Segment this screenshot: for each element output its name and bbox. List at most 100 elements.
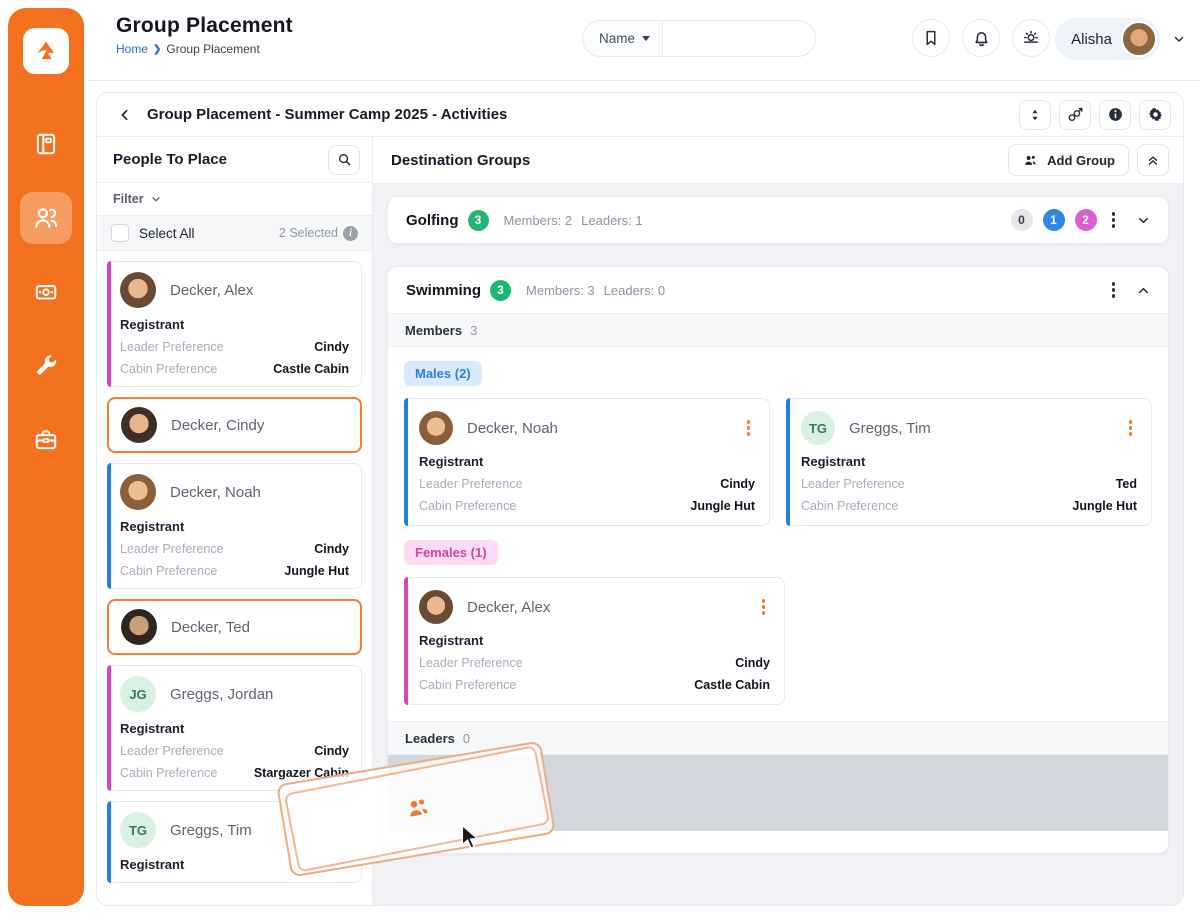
person-card-decker-cindy[interactable]: Decker, Cindy <box>107 397 362 453</box>
person-card-head: TG Greggs, Tim <box>120 812 349 848</box>
leader-preference-value: Cindy <box>720 477 755 491</box>
notifications-button[interactable] <box>962 19 1000 57</box>
destination-groups-panel: Destination Groups Add Group <box>373 137 1183 905</box>
sidebar-item-payments[interactable] <box>20 266 72 318</box>
search-category-dropdown[interactable]: Name <box>583 21 663 56</box>
select-all-label: Select All <box>139 226 195 241</box>
cabin-preference-value: Jungle Hut <box>284 564 349 578</box>
member-name: Greggs, Tim <box>849 420 931 437</box>
sort-icon <box>1028 107 1042 123</box>
groups-list: Golfing 3 Members: 2 Leaders: 1 0 1 2 <box>373 183 1183 905</box>
people-list: Decker, Alex Registrant Leader Preferenc… <box>97 251 372 905</box>
registrant-label: Registrant <box>120 857 349 872</box>
expand-group-button[interactable] <box>1130 207 1156 233</box>
back-chevron-icon[interactable] <box>117 107 133 123</box>
registrant-label: Registrant <box>419 454 755 469</box>
member-menu-button[interactable] <box>1124 418 1138 438</box>
group-leaders-meta: Leaders: 1 <box>581 213 642 228</box>
member-card-decker-alex[interactable]: Decker, Alex Registrant Leader Preferenc… <box>404 577 785 705</box>
board-toolbar <box>1019 100 1171 130</box>
person-card-head: Decker, Alex <box>120 272 349 308</box>
group-menu-button[interactable] <box>1107 280 1121 300</box>
registrant-label: Registrant <box>419 633 770 648</box>
avatar <box>121 609 157 645</box>
group-header-swimming[interactable]: Swimming 3 Members: 3 Leaders: 0 <box>388 267 1168 313</box>
board-body: People To Place Filter Select All 2 Sele… <box>97 137 1183 905</box>
members-section-header: Members 3 <box>388 313 1168 347</box>
bookmark-icon <box>922 29 940 47</box>
member-card-decker-noah[interactable]: Decker, Noah Registrant Leader Preferenc… <box>404 398 770 526</box>
group-members-content: Males (2) Decker, Noah Registran <box>388 347 1168 721</box>
gear-icon <box>1147 106 1164 123</box>
gender-view-button[interactable] <box>1059 100 1091 130</box>
person-card-decker-ted[interactable]: Decker, Ted <box>107 599 362 655</box>
double-chevron-up-icon <box>1146 153 1160 167</box>
member-menu-button[interactable] <box>757 597 771 617</box>
global-search: Name <box>582 20 816 57</box>
group-header-golfing[interactable]: Golfing 3 Members: 2 Leaders: 1 0 1 2 <box>388 197 1168 243</box>
settings-button[interactable] <box>1139 100 1171 130</box>
leaders-drop-zone[interactable] <box>388 755 1168 831</box>
breadcrumb-current: Group Placement <box>166 42 259 56</box>
person-card-decker-alex[interactable]: Decker, Alex Registrant Leader Preferenc… <box>107 261 362 387</box>
person-card-greggs-jordan[interactable]: JG Greggs, Jordan Registrant Leader Pref… <box>107 665 362 791</box>
board-header: Group Placement - Summer Camp 2025 - Act… <box>97 93 1183 137</box>
page-title: Group Placement <box>116 14 293 38</box>
member-card-greggs-tim[interactable]: TG Greggs, Tim Registrant Leader Prefere… <box>786 398 1152 526</box>
sidebar-item-group-placement[interactable] <box>20 192 72 244</box>
sort-button[interactable] <box>1019 100 1051 130</box>
cabin-preference-row: Cabin Preference Stargazer Cabin <box>120 766 349 780</box>
app-frame: Group Placement Home ❯ Group Placement N… <box>0 0 1200 916</box>
info-icon[interactable]: i <box>343 226 358 241</box>
person-card-decker-noah[interactable]: Decker, Noah Registrant Leader Preferenc… <box>107 463 362 589</box>
search-input[interactable] <box>663 21 816 56</box>
person-card-head: Decker, Noah <box>120 474 349 510</box>
bell-icon <box>972 29 991 48</box>
people-icon <box>32 204 60 232</box>
member-menu-button[interactable] <box>742 418 756 438</box>
select-all-checkbox[interactable] <box>111 224 129 242</box>
chevron-down-icon[interactable] <box>1172 32 1186 46</box>
count-badge-pink: 2 <box>1075 209 1097 231</box>
person-name: Decker, Noah <box>170 484 261 501</box>
cabin-preference-row: Cabin Preference Jungle Hut <box>419 499 755 513</box>
filter-dropdown[interactable]: Filter <box>97 183 372 215</box>
sidebar-item-journal[interactable] <box>20 118 72 170</box>
group-card-swimming: Swimming 3 Members: 3 Leaders: 0 <box>387 266 1169 854</box>
theme-toggle-button[interactable] <box>1012 19 1050 57</box>
sidebar-item-tools[interactable] <box>20 340 72 392</box>
registrant-label: Registrant <box>801 454 1137 469</box>
info-button[interactable] <box>1099 100 1131 130</box>
initials-avatar: TG <box>120 812 156 848</box>
user-menu[interactable]: Alisha <box>1055 18 1160 60</box>
groups-panel-header: Destination Groups Add Group <box>373 137 1183 183</box>
info-icon <box>1107 106 1124 123</box>
group-menu-button[interactable] <box>1107 210 1121 230</box>
breadcrumb: Home ❯ Group Placement <box>116 42 293 56</box>
app-logo[interactable] <box>23 28 69 74</box>
groups-panel-title: Destination Groups <box>391 152 530 169</box>
cabin-preference-label: Cabin Preference <box>120 766 217 780</box>
sidebar-item-briefcase[interactable] <box>20 414 72 466</box>
cabin-preference-value: Stargazer Cabin <box>254 766 349 780</box>
breadcrumb-home-link[interactable]: Home <box>116 42 148 56</box>
leader-preference-label: Leader Preference <box>120 340 224 354</box>
bookmark-button[interactable] <box>912 19 950 57</box>
add-group-button[interactable]: Add Group <box>1008 144 1129 176</box>
group-members-meta: Members: 3 <box>526 283 595 298</box>
avatar <box>1121 21 1157 57</box>
briefcase-icon <box>33 427 59 453</box>
search-category-label: Name <box>599 31 635 46</box>
registrant-label: Registrant <box>120 721 349 736</box>
people-search-button[interactable] <box>328 145 360 175</box>
breadcrumb-separator: ❯ <box>153 44 161 55</box>
logo-arrow-icon <box>31 36 61 66</box>
person-card-greggs-tim[interactable]: TG Greggs, Tim Registrant <box>107 801 362 883</box>
collapse-group-button[interactable] <box>1130 277 1156 303</box>
avatar <box>419 411 453 445</box>
cabin-preference-label: Cabin Preference <box>120 564 217 578</box>
group-members-meta: Members: 2 <box>504 213 573 228</box>
collapse-all-button[interactable] <box>1137 144 1169 176</box>
board-title: Group Placement - Summer Camp 2025 - Act… <box>147 106 507 123</box>
cabin-preference-label: Cabin Preference <box>801 499 898 513</box>
